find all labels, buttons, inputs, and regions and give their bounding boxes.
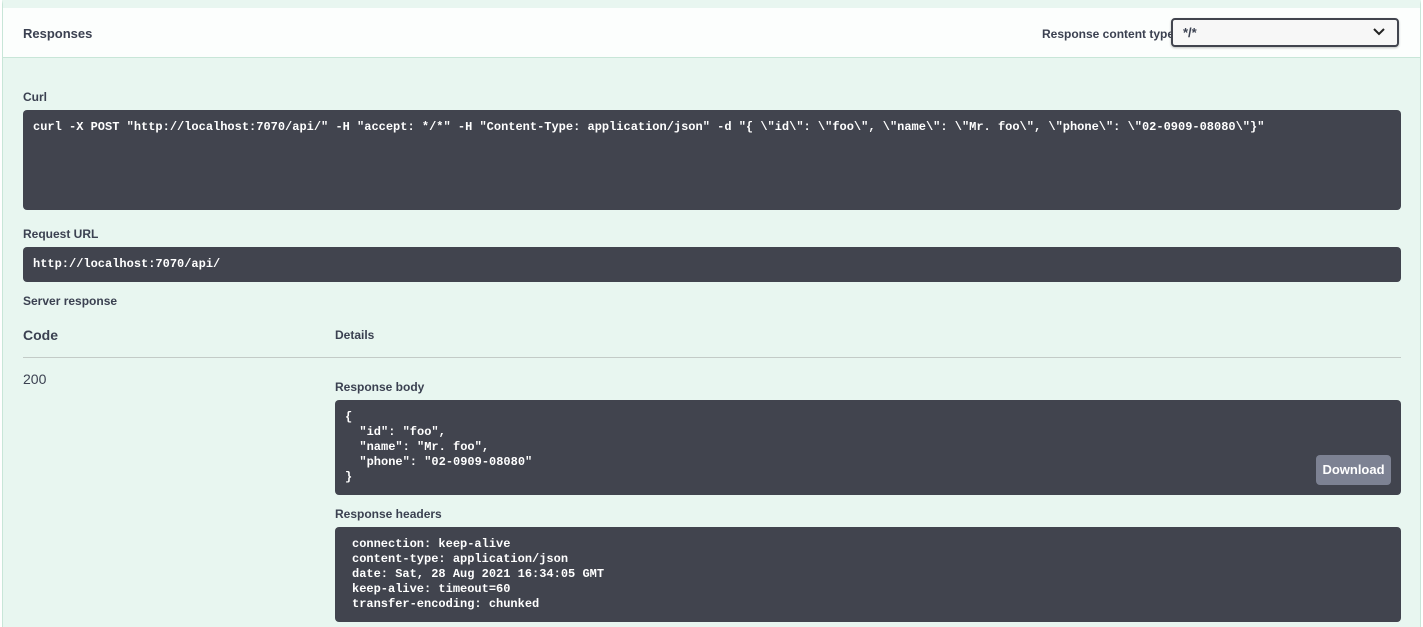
- code-column-header: Code: [23, 327, 58, 343]
- request-url-value[interactable]: http://localhost:7070/api/: [23, 247, 1401, 282]
- curl-command[interactable]: curl -X POST "http://localhost:7070/api/…: [23, 110, 1401, 210]
- details-column-header: Details: [335, 328, 375, 342]
- response-content-type-select[interactable]: */*: [1171, 18, 1399, 47]
- response-content-type-value: */*: [1183, 25, 1197, 40]
- response-headers-label: Response headers: [335, 507, 442, 521]
- responses-panel: Responses Response content type */* Curl…: [2, 0, 1421, 627]
- request-url-label: Request URL: [23, 227, 99, 241]
- response-content-type-label: Response content type: [1042, 27, 1175, 41]
- responses-title: Responses: [23, 26, 93, 41]
- table-divider: [23, 357, 1401, 358]
- server-response-label: Server response: [23, 294, 118, 308]
- response-body[interactable]: { "id": "foo", "name": "Mr. foo", "phone…: [335, 400, 1401, 495]
- response-body-label: Response body: [335, 380, 425, 394]
- chevron-down-icon: [1373, 28, 1385, 36]
- download-button[interactable]: Download: [1316, 455, 1391, 485]
- response-headers[interactable]: connection: keep-alive content-type: app…: [335, 527, 1401, 622]
- response-status-code: 200: [23, 371, 47, 387]
- curl-label: Curl: [23, 90, 47, 104]
- responses-header: Responses Response content type */*: [3, 8, 1420, 58]
